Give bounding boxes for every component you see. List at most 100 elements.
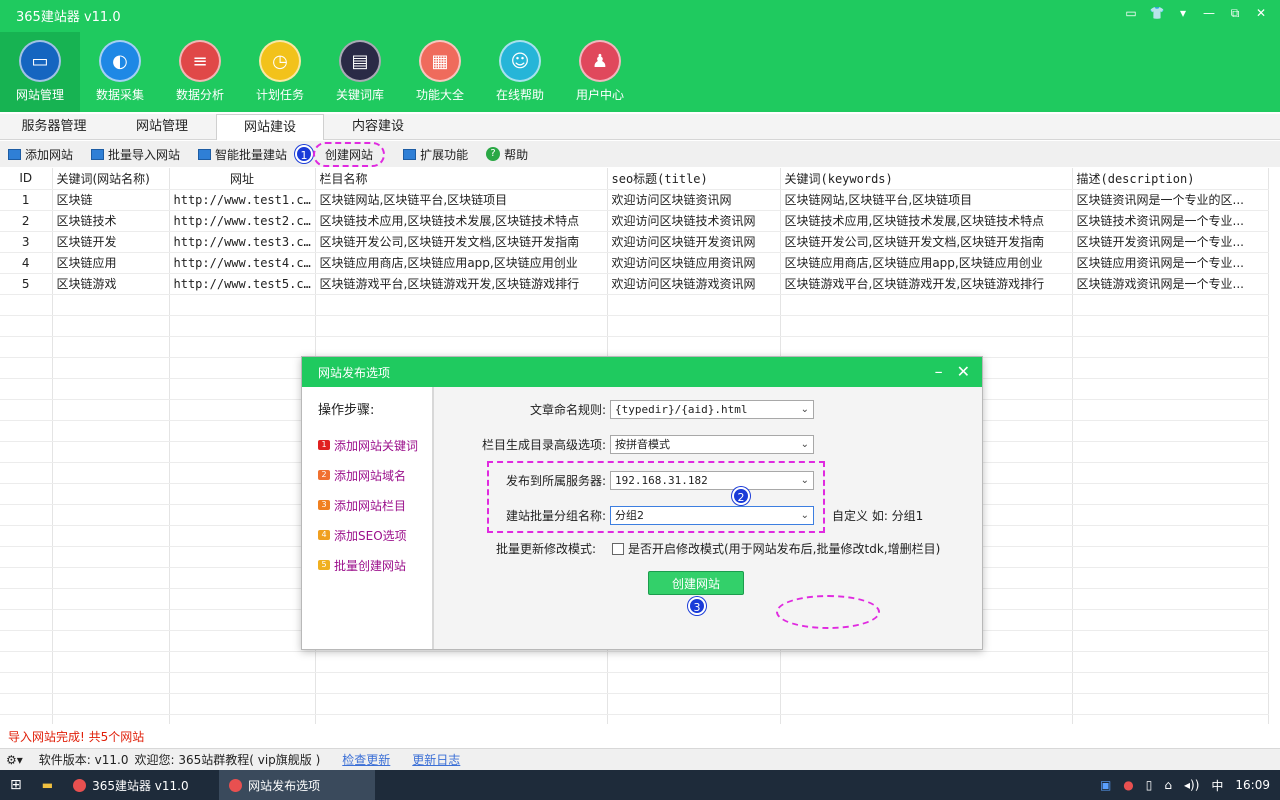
table-cell[interactable]: 区块链应用资讯网是一个专业... [1072,252,1269,274]
table-cell[interactable] [169,315,316,337]
table-cell[interactable] [0,294,53,316]
tab-site-building[interactable]: 网站建设 [216,114,324,140]
table-cell[interactable] [315,294,608,316]
table-cell[interactable] [0,672,53,694]
close-icon[interactable]: ✕ [1250,4,1272,22]
toolbar-data-analysis[interactable]: ≡ 数据分析 [160,32,240,112]
table-cell[interactable] [0,714,53,724]
table-cell[interactable] [0,609,53,631]
table-cell[interactable]: 4 [0,252,53,274]
table-cell[interactable] [0,504,53,526]
step-item[interactable]: 5 批量创建网站 [318,550,432,580]
toolbar-keyword-library[interactable]: ▤ 关键词库 [320,32,400,112]
naming-rule-select[interactable]: {typedir}/{aid}.html ⌄ [610,400,814,419]
table-cell[interactable] [0,483,53,505]
table-cell[interactable]: 区块链应用商店,区块链应用app,区块链应用创业 [315,252,608,274]
col-keyword[interactable]: 关键词(网站名称) [52,168,170,190]
table-cell[interactable] [0,588,53,610]
table-cell[interactable] [1072,441,1269,463]
table-cell[interactable] [0,651,53,673]
table-cell[interactable] [315,672,608,694]
table-cell[interactable] [169,504,316,526]
taskbar-app-dialog[interactable]: 网站发布选项 [219,770,376,800]
table-row[interactable] [0,294,1269,316]
table-cell[interactable]: 区块链技术资讯网是一个专业... [1072,210,1269,232]
table-cell[interactable] [1072,525,1269,547]
table-cell[interactable] [52,315,170,337]
table-cell[interactable] [0,420,53,442]
step-item[interactable]: 2 添加网站域名 [318,460,432,490]
table-cell[interactable] [52,672,170,694]
col-id[interactable]: ID [0,168,53,190]
table-cell[interactable] [52,651,170,673]
table-cell[interactable] [52,483,170,505]
table-cell[interactable] [169,546,316,568]
table-cell[interactable]: 区块链开发公司,区块链开发文档,区块链开发指南 [780,231,1073,253]
volume-icon[interactable]: ◂)) [1184,778,1199,792]
table-cell[interactable]: 区块链网站,区块链平台,区块链项目 [315,189,608,211]
table-cell[interactable]: 区块链游戏资讯网是一个专业... [1072,273,1269,295]
table-row[interactable]: 3 区块链开发 http://www.test3.com 区块链开发公司,区块链开发文… [0,231,1269,253]
table-cell[interactable] [315,714,608,724]
table-cell[interactable] [169,714,316,724]
table-cell[interactable] [52,714,170,724]
extend-features-button[interactable]: 扩展功能 [403,146,468,163]
table-cell[interactable] [0,378,53,400]
table-cell[interactable]: 2 [0,210,53,232]
table-cell[interactable] [169,609,316,631]
restore-icon[interactable]: ⧉ [1224,4,1246,22]
col-keywords[interactable]: 关键词(keywords) [780,168,1073,190]
feedback-icon[interactable]: ▭ [1120,4,1142,22]
table-cell[interactable]: 区块链游戏平台,区块链游戏开发,区块链游戏排行 [780,273,1073,295]
toolbar-user-center[interactable]: ♟ 用户中心 [560,32,640,112]
col-seo-title[interactable]: seo标题(title) [607,168,781,190]
table-cell[interactable] [52,399,170,421]
table-cell[interactable]: 区块链技术应用,区块链技术发展,区块链技术特点 [315,210,608,232]
table-cell[interactable] [169,399,316,421]
table-cell[interactable] [169,525,316,547]
group-name-combobox[interactable]: 分组2 ⌄ [610,506,814,525]
step-item[interactable]: 4 添加SEO选项 [318,520,432,550]
table-cell[interactable] [0,630,53,652]
table-cell[interactable] [1072,672,1269,694]
table-cell[interactable] [607,315,781,337]
menu-icon[interactable]: ▾ [1172,4,1194,22]
smart-batch-build-button[interactable]: 智能批量建站 [198,146,287,163]
table-cell[interactable] [780,693,1073,715]
table-row[interactable]: 1 区块链 http://www.test1.com 区块链网站,区块链平台,区块链项… [0,189,1269,211]
table-cell[interactable] [52,504,170,526]
table-cell[interactable] [52,420,170,442]
table-cell[interactable] [315,651,608,673]
table-cell[interactable]: http://www.test5.com [169,273,316,295]
table-cell[interactable] [1072,651,1269,673]
table-row[interactable] [0,336,1269,358]
table-cell[interactable] [1072,546,1269,568]
table-cell[interactable] [0,546,53,568]
table-cell[interactable]: 欢迎访问区块链游戏资讯网 [607,273,781,295]
table-cell[interactable] [52,546,170,568]
table-cell[interactable] [169,420,316,442]
table-row[interactable] [0,714,1269,724]
table-cell[interactable] [1072,714,1269,724]
table-cell[interactable]: 区块链应用 [52,252,170,274]
add-site-button[interactable]: 添加网站 [8,146,73,163]
batch-import-button[interactable]: 批量导入网站 [91,146,180,163]
table-cell[interactable] [169,462,316,484]
skin-icon[interactable]: 👕 [1146,4,1168,22]
table-cell[interactable] [315,336,608,358]
batch-mode-checkbox[interactable] [612,542,624,555]
table-cell[interactable] [780,672,1073,694]
tab-site-management[interactable]: 网站管理 [108,114,216,140]
table-cell[interactable]: 欢迎访问区块链资讯网 [607,189,781,211]
table-cell[interactable] [780,315,1073,337]
table-cell[interactable] [169,441,316,463]
table-cell[interactable] [1072,378,1269,400]
table-cell[interactable] [1072,399,1269,421]
table-cell[interactable] [52,336,170,358]
table-cell[interactable]: http://www.test2.com [169,210,316,232]
step-item[interactable]: 1 添加网站关键词 [318,430,432,460]
col-url[interactable]: 网址 [169,168,316,190]
table-cell[interactable]: 区块链游戏平台,区块链游戏开发,区块链游戏排行 [315,273,608,295]
table-cell[interactable] [169,294,316,316]
table-cell[interactable] [52,588,170,610]
